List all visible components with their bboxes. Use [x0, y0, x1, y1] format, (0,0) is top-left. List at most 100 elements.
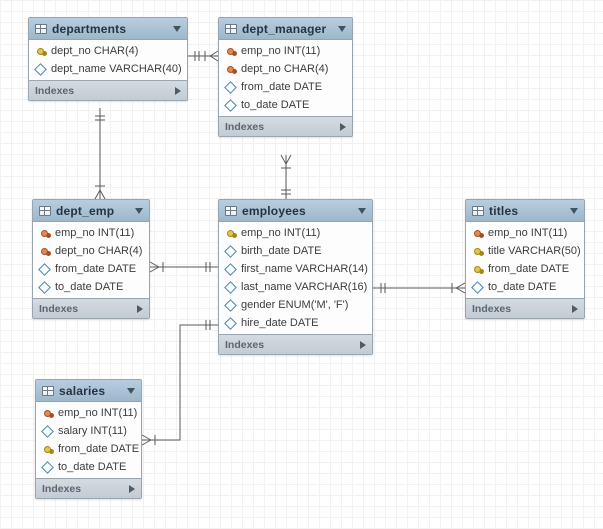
table-icon — [42, 386, 54, 396]
primary-key-icon — [42, 444, 53, 455]
column-label: to_date DATE — [58, 461, 126, 473]
table-header[interactable]: employees — [219, 200, 372, 222]
foreign-key-icon — [225, 64, 236, 75]
column-row[interactable]: title VARCHAR(50) — [466, 242, 584, 260]
column-row[interactable]: dept_no CHAR(4) — [33, 242, 149, 260]
indexes-section[interactable]: Indexes — [466, 298, 584, 318]
column-row[interactable]: emp_no INT(11) — [33, 224, 149, 242]
column-label: emp_no INT(11) — [58, 407, 137, 419]
column-label: first_name VARCHAR(14) — [241, 263, 368, 275]
column-icon — [225, 300, 236, 311]
foreign-key-icon — [225, 46, 236, 57]
column-label: hire_date DATE — [241, 317, 318, 329]
foreign-key-icon — [39, 246, 50, 257]
column-label: from_date DATE — [58, 443, 139, 455]
column-label: gender ENUM('M', 'F') — [241, 299, 348, 311]
table-title: employees — [242, 204, 353, 218]
column-row[interactable]: to_date DATE — [33, 278, 149, 296]
chevron-right-icon — [360, 341, 366, 349]
chevron-down-icon[interactable] — [127, 388, 135, 394]
table-header[interactable]: titles — [466, 200, 584, 222]
column-row[interactable]: dept_no CHAR(4) — [219, 60, 352, 78]
indexes-section[interactable]: Indexes — [29, 80, 187, 100]
column-icon — [39, 264, 50, 275]
column-row[interactable]: from_date DATE — [33, 260, 149, 278]
chevron-down-icon[interactable] — [135, 208, 143, 214]
table-titles[interactable]: titles emp_no INT(11) title VARCHAR(50) fro… — [465, 199, 585, 319]
column-row[interactable]: dept_no CHAR(4) — [29, 42, 187, 60]
column-row[interactable]: first_name VARCHAR(14) — [219, 260, 372, 278]
indexes-section[interactable]: Indexes — [219, 334, 372, 354]
column-icon — [225, 318, 236, 329]
foreign-key-icon — [42, 408, 53, 419]
indexes-label: Indexes — [35, 85, 74, 97]
column-icon — [39, 282, 50, 293]
column-row[interactable]: dept_name VARCHAR(40) — [29, 60, 187, 78]
chevron-right-icon — [340, 123, 346, 131]
column-row[interactable]: from_date DATE — [466, 260, 584, 278]
column-icon — [225, 246, 236, 257]
column-icon — [472, 282, 483, 293]
table-header[interactable]: dept_manager — [219, 18, 352, 40]
chevron-right-icon — [129, 485, 135, 493]
column-icon — [225, 82, 236, 93]
columns-list: emp_no INT(11)birth_date DATE first_name … — [219, 222, 372, 334]
indexes-section[interactable]: Indexes — [36, 478, 141, 498]
foreign-key-icon — [472, 228, 483, 239]
table-departments[interactable]: departments dept_no CHAR(4) dept_name VARC… — [28, 17, 188, 101]
chevron-right-icon — [175, 87, 181, 95]
indexes-section[interactable]: Indexes — [219, 116, 352, 136]
column-row[interactable]: from_date DATE — [36, 440, 141, 458]
columns-list: emp_no INT(11) salary INT(11) from_date DA… — [36, 402, 141, 478]
column-row[interactable]: from_date DATE — [219, 78, 352, 96]
chevron-down-icon[interactable] — [338, 26, 346, 32]
column-icon — [225, 282, 236, 293]
column-row[interactable]: emp_no INT(11) — [466, 224, 584, 242]
column-label: dept_no CHAR(4) — [55, 245, 142, 257]
table-salaries[interactable]: salaries emp_no INT(11) salary INT(11) from… — [35, 379, 142, 499]
column-row[interactable]: last_name VARCHAR(16) — [219, 278, 372, 296]
chevron-right-icon — [137, 305, 143, 313]
column-icon — [42, 462, 53, 473]
column-label: dept_no CHAR(4) — [51, 45, 138, 57]
chevron-down-icon[interactable] — [173, 26, 181, 32]
column-row[interactable]: to_date DATE — [219, 96, 352, 114]
indexes-section[interactable]: Indexes — [33, 298, 149, 318]
column-row[interactable]: emp_no INT(11) — [36, 404, 141, 422]
indexes-label: Indexes — [472, 303, 511, 315]
table-dept-manager[interactable]: dept_manager emp_no INT(11)dept_no CHAR(4… — [218, 17, 353, 137]
table-title: departments — [52, 22, 168, 36]
foreign-key-icon — [39, 228, 50, 239]
column-label: from_date DATE — [55, 263, 136, 275]
column-row[interactable]: to_date DATE — [36, 458, 141, 476]
table-dept-emp[interactable]: dept_emp emp_no INT(11) dept_no CHAR(4) fro… — [32, 199, 150, 319]
indexes-label: Indexes — [225, 121, 264, 133]
table-icon — [472, 206, 484, 216]
column-row[interactable]: emp_no INT(11) — [219, 224, 372, 242]
table-header[interactable]: departments — [29, 18, 187, 40]
column-row[interactable]: birth_date DATE — [219, 242, 372, 260]
chevron-down-icon[interactable] — [570, 208, 578, 214]
columns-list: emp_no INT(11) dept_no CHAR(4) from_date D… — [33, 222, 149, 298]
column-row[interactable]: emp_no INT(11) — [219, 42, 352, 60]
column-label: dept_name VARCHAR(40) — [51, 63, 182, 75]
column-row[interactable]: salary INT(11) — [36, 422, 141, 440]
table-title: salaries — [59, 384, 122, 398]
table-header[interactable]: dept_emp — [33, 200, 149, 222]
column-row[interactable]: gender ENUM('M', 'F') — [219, 296, 372, 314]
primary-key-icon — [225, 228, 236, 239]
column-row[interactable]: to_date DATE — [466, 278, 584, 296]
column-label: to_date DATE — [241, 99, 309, 111]
column-label: last_name VARCHAR(16) — [241, 281, 367, 293]
table-icon — [225, 206, 237, 216]
column-label: emp_no INT(11) — [55, 227, 134, 239]
columns-list: dept_no CHAR(4) dept_name VARCHAR(40) — [29, 40, 187, 80]
column-label: title VARCHAR(50) — [488, 245, 581, 257]
table-employees[interactable]: employees emp_no INT(11)birth_date DATE fi… — [218, 199, 373, 355]
column-label: emp_no INT(11) — [488, 227, 567, 239]
table-icon — [39, 206, 51, 216]
table-header[interactable]: salaries — [36, 380, 141, 402]
chevron-down-icon[interactable] — [358, 208, 366, 214]
column-row[interactable]: hire_date DATE — [219, 314, 372, 332]
indexes-label: Indexes — [39, 303, 78, 315]
